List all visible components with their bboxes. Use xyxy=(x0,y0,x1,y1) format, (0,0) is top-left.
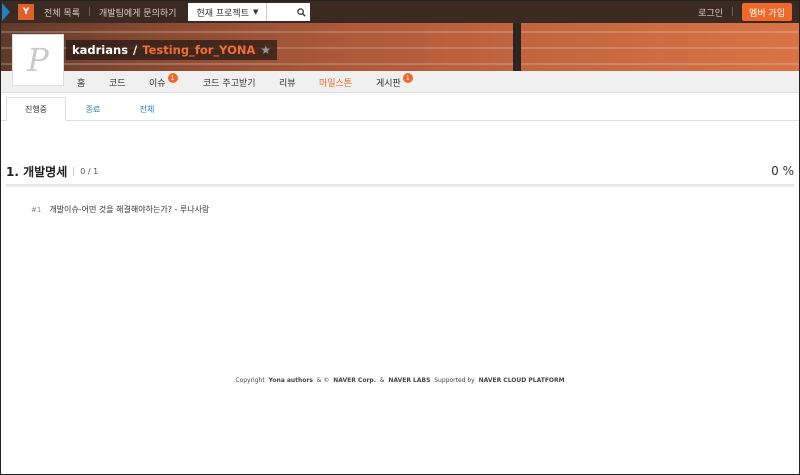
caret-down-icon: ▼ xyxy=(253,8,259,16)
all-projects-link[interactable]: 전체 목록 xyxy=(44,6,80,19)
milestone-progress-bar xyxy=(6,184,794,187)
nav-item-label: 홈 xyxy=(77,78,86,89)
nav-item-code[interactable]: 코드 xyxy=(109,71,126,93)
tab-closed[interactable]: 종료 xyxy=(73,97,113,121)
banner-brick-line xyxy=(1,31,799,33)
milestone-issue-count: 0 / 1 xyxy=(73,166,98,176)
milestone-percent: 0 % xyxy=(771,164,794,178)
divider: | xyxy=(87,7,92,17)
signup-button[interactable]: 멤버 가입 xyxy=(742,3,792,21)
search-icon[interactable] xyxy=(297,7,307,17)
project-select-label: 현재 프로젝트 xyxy=(196,8,249,19)
avatar-letter: P xyxy=(27,41,49,79)
nav-item-label: 마일스톤 xyxy=(319,78,353,89)
title-separator: / xyxy=(133,43,138,57)
yona-logo[interactable]: Y xyxy=(18,4,34,20)
search-input[interactable] xyxy=(266,3,311,21)
nav-item-review[interactable]: 리뷰 xyxy=(279,71,296,93)
nav-item-label: 코드 xyxy=(109,78,126,89)
nav-item-home[interactable]: 홈 xyxy=(77,71,85,93)
banner-post xyxy=(513,23,521,71)
footer-cloud: NAVER CLOUD PLATFORM xyxy=(478,377,565,384)
project-avatar[interactable]: P xyxy=(12,34,64,86)
nav-item-label: 코드 주고받기 xyxy=(203,78,256,89)
divider: | xyxy=(730,7,734,17)
nav-item-label: 이슈 xyxy=(149,78,166,89)
nav-item-label: 리뷰 xyxy=(279,78,296,89)
project-name-link[interactable]: Testing_for_YONA xyxy=(142,43,255,57)
issue-row: #1 개발이슈-어떤 것을 해결해야하는가? - 루나사랑 xyxy=(31,204,209,215)
footer-amp: & © xyxy=(316,377,330,384)
issue-count-badge: 1 xyxy=(167,73,178,83)
top-bar: Y 전체 목록 | 개발팀에게 문의하기 현재 프로젝트 ▼ 로그인 | 멤버 … xyxy=(1,1,799,23)
milestone-tabs: 진행중 종료 전체 xyxy=(1,97,799,121)
footer: Copyright Yona authors & © NAVER Corp. &… xyxy=(1,377,799,384)
board-count-badge: 1 xyxy=(402,73,413,83)
footer-copyright: Copyright xyxy=(235,377,265,384)
project-owner-link[interactable]: kadrians xyxy=(72,43,128,57)
footer-supported: Supported by xyxy=(434,377,475,384)
footer-labs: NAVER LABS xyxy=(388,377,431,384)
nav-item-pull-requests[interactable]: 코드 주고받기 xyxy=(203,71,256,93)
issue-title-link[interactable]: 개발이슈-어떤 것을 해결해야하는가? - 루나사랑 xyxy=(49,204,209,215)
nav-item-label: 게시판 xyxy=(376,78,401,89)
tab-open[interactable]: 진행중 xyxy=(6,97,66,121)
nav-item-milestones[interactable]: 마일스톤 xyxy=(319,71,352,93)
issue-number: #1 xyxy=(31,205,42,214)
milestone-title[interactable]: 1. 개발명세 xyxy=(6,163,67,180)
star-icon[interactable]: ★ xyxy=(260,43,271,57)
footer-naver: NAVER Corp. xyxy=(333,377,376,384)
sidebar-toggle-icon[interactable] xyxy=(2,3,10,21)
banner-brick-line xyxy=(1,63,799,65)
project-title: kadrians / Testing_for_YONA ★ xyxy=(66,40,278,60)
project-nav: 홈 코드 이슈 1 코드 주고받기 리뷰 마일스톤 게시판 1 xyxy=(1,71,799,93)
tab-all[interactable]: 전체 xyxy=(127,97,167,121)
footer-authors: Yona authors xyxy=(268,377,313,384)
milestone-header: 1. 개발명세 0 / 1 0 % xyxy=(6,161,794,181)
project-select[interactable]: 현재 프로젝트 ▼ xyxy=(188,3,267,21)
footer-amp: & xyxy=(379,377,385,384)
nav-item-issues[interactable]: 이슈 1 xyxy=(149,71,178,93)
login-link[interactable]: 로그인 xyxy=(698,6,723,19)
nav-item-board[interactable]: 게시판 1 xyxy=(376,71,413,93)
contact-link[interactable]: 개발팀에게 문의하기 xyxy=(99,6,176,19)
